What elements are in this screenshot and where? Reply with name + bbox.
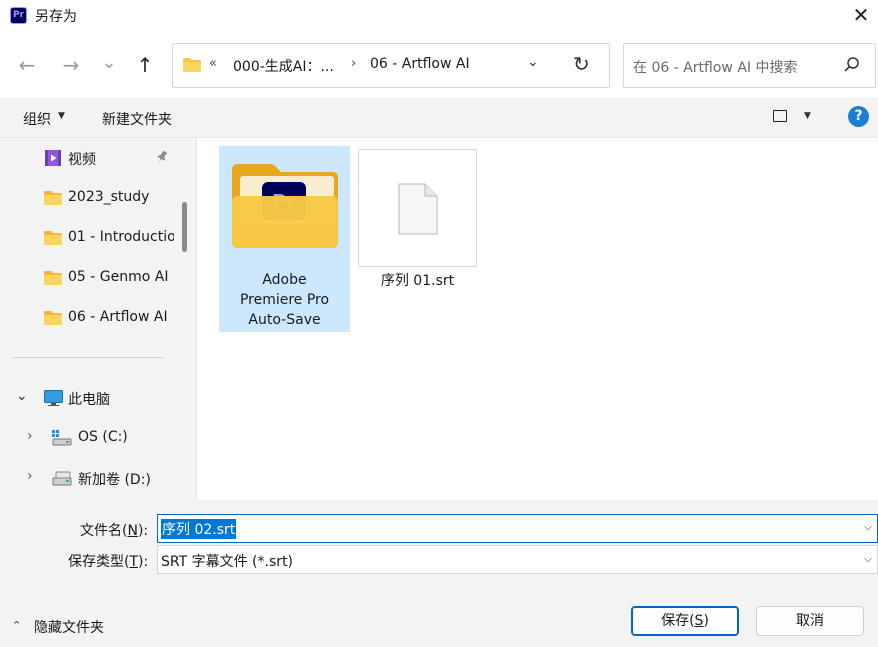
sidebar-item-this-pc[interactable]: ⌄ 此电脑	[0, 378, 178, 418]
filetype-select[interactable]: SRT 字幕文件 (*.srt) ⌵	[157, 545, 878, 574]
sidebar-item-05-genmo-ai[interactable]: 05 - Genmo AI	[0, 258, 178, 298]
sidebar-scrollbar-thumb[interactable]	[182, 202, 187, 252]
title-bar: Pr 另存为 ✕	[0, 0, 878, 32]
chevron-up-icon[interactable]: ⌃	[12, 619, 21, 632]
system-drive-icon	[52, 430, 72, 446]
filename-input[interactable]: 序列 02.srt ⌵	[157, 514, 878, 543]
filename-label: 文件名(N):	[80, 520, 148, 540]
expand-chevron-icon[interactable]: ›	[27, 468, 33, 484]
sidebar-item-label: 2023_study	[68, 189, 150, 205]
file-list[interactable]: Pr Adobe Premiere Pro Auto-Save 序列 01.sr…	[196, 138, 878, 500]
recent-locations-chevron-icon[interactable]: ⌄	[94, 48, 124, 78]
help-icon[interactable]: ?	[848, 106, 869, 127]
close-button[interactable]: ✕	[846, 2, 876, 30]
filetype-value: SRT 字幕文件 (*.srt)	[161, 554, 293, 570]
sidebar-item-2023-study[interactable]: 2023_study	[0, 178, 178, 218]
accelerator-key: T	[129, 554, 139, 570]
address-overflow-button[interactable]: «	[209, 56, 217, 71]
search-input[interactable]: 在 06 - Artflow AI 中搜索	[623, 43, 876, 88]
folder-item-adobe-premiere-pro-auto-save[interactable]: Pr Adobe Premiere Pro Auto-Save	[219, 146, 350, 332]
label-text: ):	[138, 554, 149, 570]
sidebar-item-label: OS (C:)	[78, 429, 128, 445]
sidebar-item-01-introduction[interactable]: 01 - Introduction	[0, 218, 178, 258]
folder-icon	[44, 191, 62, 205]
sidebar-item-label: 01 - Introduction	[68, 229, 174, 245]
sidebar-item-label: 视频	[68, 152, 96, 168]
command-bar: 组织 ▼ 新建文件夹 ▼ ?	[0, 98, 878, 138]
breadcrumb-item[interactable]: 000-生成AI：...	[233, 56, 334, 76]
premiere-app-icon: Pr	[10, 7, 27, 24]
filetype-label: 保存类型(T):	[68, 551, 148, 571]
folder-icon	[183, 58, 201, 72]
sidebar-item-06-artflow-ai[interactable]: 06 - Artflow AI	[0, 298, 178, 338]
new-folder-button[interactable]: 新建文件夹	[102, 109, 172, 129]
label-text: 保存类型(	[68, 554, 130, 570]
sidebar-item-label: 06 - Artflow AI	[68, 309, 168, 325]
sidebar-item-label: 此电脑	[68, 392, 110, 408]
collapse-chevron-icon[interactable]: ⌄	[16, 388, 28, 404]
filename-value[interactable]: 序列 02.srt	[161, 519, 237, 539]
sidebar-item-label: 05 - Genmo AI	[68, 269, 169, 285]
button-text: 保存(	[661, 613, 695, 629]
drive-icon	[52, 471, 72, 486]
breadcrumb-separator-icon[interactable]: ›	[351, 56, 356, 71]
address-bar[interactable]: « 000-生成AI：... › 06 - Artflow AI ⌄ ↻	[172, 43, 610, 88]
pin-icon	[156, 150, 168, 167]
navigation-pane[interactable]: 视频 2023_study 01 - Introduction 05 - Gen…	[0, 138, 190, 500]
sidebar-divider	[12, 357, 164, 358]
premiere-folder-icon: Pr	[232, 164, 338, 248]
search-placeholder: 在 06 - Artflow AI 中搜索	[633, 60, 798, 76]
address-dropdown-chevron-icon[interactable]: ⌄	[527, 54, 539, 70]
folder-icon	[44, 311, 62, 325]
sidebar-item-videos[interactable]: 视频	[0, 138, 178, 178]
label-text: ):	[137, 523, 149, 539]
label-text: 文件名(	[80, 523, 128, 539]
chevron-down-icon[interactable]: ⌵	[864, 520, 872, 534]
caret-down-icon[interactable]: ▼	[804, 111, 811, 121]
document-icon	[398, 183, 438, 235]
sidebar-item-drive-c[interactable]: › OS (C:)	[0, 418, 178, 458]
cancel-button[interactable]: 取消	[756, 606, 864, 636]
organize-menu-button[interactable]: 组织	[23, 109, 51, 129]
forward-arrow-icon[interactable]: →	[56, 50, 86, 80]
save-button[interactable]: 保存(S)	[631, 606, 739, 636]
accelerator-key: N	[127, 523, 138, 539]
search-icon[interactable]	[842, 55, 862, 75]
sidebar-item-drive-d[interactable]: › 新加卷 (D:)	[0, 458, 178, 498]
file-item-srt[interactable]	[358, 149, 477, 267]
view-options-icon[interactable]	[773, 110, 787, 122]
video-library-icon	[45, 150, 61, 166]
chevron-down-icon[interactable]: ⌵	[864, 552, 872, 566]
button-text: )	[703, 613, 709, 629]
expand-chevron-icon[interactable]: ›	[27, 428, 33, 444]
folder-icon	[44, 231, 62, 245]
back-arrow-icon[interactable]: ←	[12, 50, 42, 80]
item-label-line: Premiere Pro	[239, 292, 330, 308]
folder-icon	[44, 271, 62, 285]
refresh-icon[interactable]: ↻	[573, 52, 590, 76]
hide-folders-button[interactable]: 隐藏文件夹	[34, 617, 104, 637]
window-title: 另存为	[35, 9, 77, 25]
item-label-line: Adobe	[262, 272, 307, 288]
navigation-bar: ← → ⌄ ↑ « 000-生成AI：... › 06 - Artflow AI…	[0, 32, 878, 98]
breadcrumb-item[interactable]: 06 - Artflow AI	[370, 56, 470, 72]
computer-icon	[44, 390, 63, 406]
up-arrow-icon[interactable]: ↑	[130, 50, 160, 80]
save-options-panel: 文件名(N): 序列 02.srt ⌵ 保存类型(T): SRT 字幕文件 (*…	[0, 500, 878, 647]
item-label: Adobe Premiere Pro Auto-Save	[219, 270, 350, 330]
caret-down-icon[interactable]: ▼	[58, 111, 65, 121]
item-label: 序列 01.srt	[380, 273, 455, 289]
sidebar-item-label: 新加卷 (D:)	[78, 472, 151, 488]
item-label-line: Auto-Save	[248, 312, 321, 328]
